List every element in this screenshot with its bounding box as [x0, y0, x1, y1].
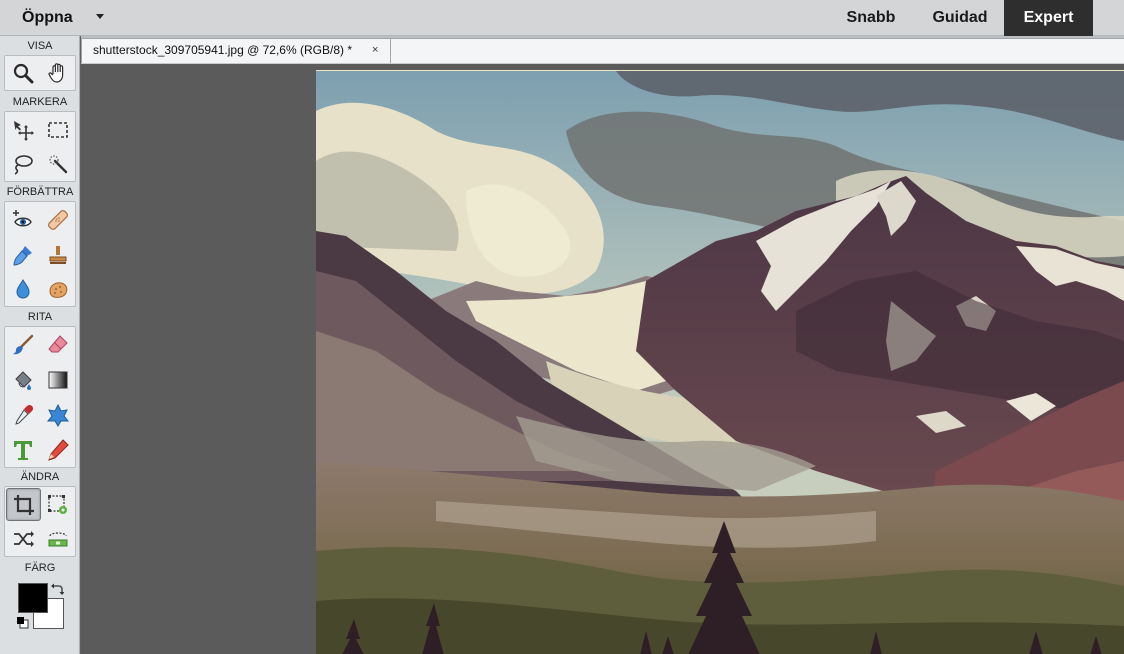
tool-group-view: [4, 55, 76, 91]
clone-stamp-icon: [49, 246, 67, 264]
open-dropdown-caret-icon[interactable]: [96, 14, 104, 19]
straighten-tool[interactable]: [42, 523, 74, 555]
mode-expert-tab[interactable]: Expert: [1004, 0, 1093, 36]
eyedropper-icon: [15, 404, 34, 425]
smart-brush-tool[interactable]: [7, 239, 39, 271]
eraser-icon: [48, 335, 68, 353]
section-label-enhance: FÖRBÄTTRA: [6, 186, 74, 198]
default-colors-icon[interactable]: [16, 616, 30, 630]
spot-healing-tool[interactable]: [42, 204, 74, 236]
toolbox-panel: VISA MARKERA FÖRBÄTTRA RITA ÄNDRA FÄRG: [0, 36, 80, 654]
pencil-icon: [48, 439, 69, 461]
lasso-tool[interactable]: [7, 148, 39, 180]
sponge-tool[interactable]: [42, 273, 74, 305]
spot-healing-icon: [48, 210, 68, 230]
tool-group-enhance: [4, 201, 76, 307]
document-tab-title: shutterstock_309705941.jpg @ 72,6% (RGB/…: [93, 43, 352, 57]
section-label-color: FÄRG: [24, 562, 56, 574]
section-label-view: VISA: [27, 40, 53, 52]
crop-tool[interactable]: [6, 488, 41, 521]
straighten-icon: [48, 532, 68, 547]
recompose-icon: [48, 495, 67, 514]
gradient-tool[interactable]: [42, 364, 74, 396]
mode-quick-tab[interactable]: Snabb: [830, 0, 912, 36]
top-menu-bar: Öppna Snabb Guidad Expert: [0, 0, 1124, 36]
smart-brush-icon: [13, 246, 32, 266]
content-aware-move-icon: [14, 531, 34, 547]
custom-shape-icon: [46, 403, 70, 427]
red-eye-tool[interactable]: [7, 204, 39, 236]
mountain-landscape-image: [316, 71, 1124, 654]
canvas-workspace[interactable]: [81, 64, 1124, 654]
swap-colors-icon[interactable]: [50, 582, 64, 596]
type-icon: [14, 441, 32, 460]
brush-icon: [13, 334, 34, 355]
crop-icon: [13, 494, 34, 515]
clone-stamp-tool[interactable]: [42, 239, 74, 271]
blur-tool[interactable]: [7, 273, 39, 305]
move-icon: [14, 121, 34, 141]
pencil-tool[interactable]: [42, 434, 74, 466]
eyedropper-tool[interactable]: [7, 399, 39, 431]
zoom-icon: [13, 63, 34, 84]
lasso-icon: [14, 155, 33, 175]
sponge-icon: [49, 282, 68, 298]
quick-selection-icon: [49, 155, 68, 174]
section-label-draw: RITA: [27, 311, 53, 323]
paint-bucket-tool[interactable]: [7, 364, 39, 396]
tool-group-modify: [4, 486, 76, 557]
document-tab-strip: shutterstock_309705941.jpg @ 72,6% (RGB/…: [81, 36, 1124, 63]
quick-selection-tool[interactable]: [42, 148, 74, 180]
marquee-tool[interactable]: [42, 114, 74, 146]
document-canvas-image[interactable]: [316, 70, 1124, 654]
move-tool[interactable]: [7, 114, 39, 146]
foreground-color-swatch[interactable]: [18, 583, 48, 613]
gradient-icon: [48, 371, 68, 389]
tab-strip-filler: [391, 38, 1124, 63]
section-label-select: MARKERA: [12, 96, 68, 108]
close-tab-icon[interactable]: ×: [372, 39, 378, 61]
recompose-tool[interactable]: [42, 489, 74, 521]
type-tool[interactable]: [7, 434, 39, 466]
marquee-icon: [48, 122, 68, 138]
hand-icon: [48, 63, 64, 83]
document-tab[interactable]: shutterstock_309705941.jpg @ 72,6% (RGB/…: [81, 38, 391, 63]
section-label-modify: ÄNDRA: [20, 471, 60, 483]
eraser-tool[interactable]: [42, 329, 74, 361]
tool-group-select: [4, 111, 76, 182]
custom-shape-tool[interactable]: [42, 399, 74, 431]
paint-bucket-icon: [15, 371, 32, 390]
hand-tool[interactable]: [42, 57, 74, 89]
red-eye-icon: [13, 210, 32, 227]
mode-guided-tab[interactable]: Guidad: [916, 0, 1004, 36]
zoom-tool[interactable]: [7, 57, 39, 89]
content-aware-move-tool[interactable]: [7, 523, 39, 555]
blur-icon: [16, 279, 30, 299]
tool-group-draw: [4, 326, 76, 468]
open-menu-button[interactable]: Öppna: [22, 0, 73, 36]
brush-tool[interactable]: [7, 329, 39, 361]
